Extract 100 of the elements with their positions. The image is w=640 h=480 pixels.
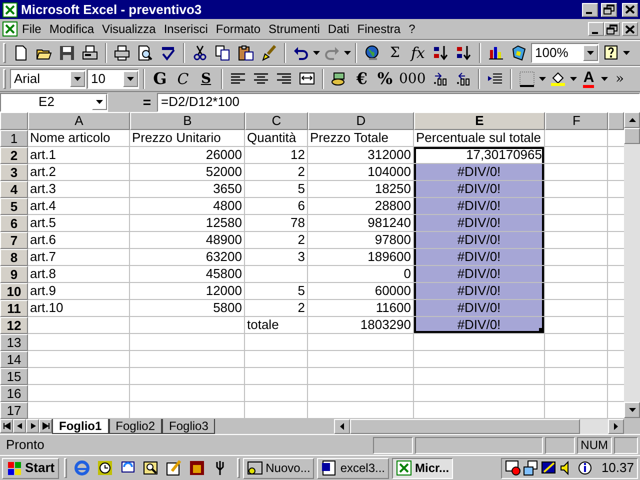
toolbar-button[interactable]: %	[374, 68, 396, 90]
row-header[interactable]: 17	[0, 402, 28, 419]
row-header[interactable]: 6	[0, 215, 28, 232]
row-header[interactable]: 11	[0, 300, 28, 317]
toolbar-button[interactable]: C	[172, 68, 194, 90]
scissors-icon[interactable]	[192, 45, 208, 61]
notepad-pencil-icon[interactable]	[166, 460, 182, 476]
caret-icon[interactable]	[538, 77, 546, 81]
row-header[interactable]: 14	[0, 351, 28, 368]
menu-item[interactable]: ?	[404, 20, 420, 38]
vertical-scrollbar[interactable]	[624, 112, 640, 418]
clipboard-icon[interactable]	[238, 45, 254, 61]
menu-item[interactable]: File	[18, 20, 46, 38]
caret-icon[interactable]	[570, 77, 577, 81]
media-player-icon[interactable]	[188, 460, 205, 476]
row-header[interactable]: 12	[0, 317, 28, 334]
paint-bucket-icon[interactable]	[550, 71, 566, 87]
merge-center-icon[interactable]	[299, 71, 315, 87]
name-box[interactable]: E2	[0, 92, 108, 112]
dropdown-field[interactable]: 10	[87, 69, 139, 89]
menu-item[interactable]: Dati	[324, 20, 354, 38]
row-header[interactable]: 15	[0, 368, 28, 385]
column-header[interactable]: F	[545, 112, 608, 130]
magnifier-page-icon[interactable]	[137, 45, 153, 61]
left-arrow-icon[interactable]	[340, 422, 344, 430]
toolbar-button[interactable]: €	[351, 68, 373, 90]
start-button[interactable]: Start	[2, 458, 59, 478]
taskbar-button[interactable]: Micr...	[392, 458, 454, 478]
dropdown-field[interactable]: Arial	[10, 69, 86, 89]
menu-item[interactable]: Inserisci	[160, 20, 212, 38]
row-header[interactable]: 16	[0, 385, 28, 402]
toolbar-button[interactable]: A	[578, 68, 600, 90]
sort-ascending-icon[interactable]	[433, 45, 449, 61]
spell-check-icon[interactable]	[160, 45, 176, 61]
scheduler-icon[interactable]	[505, 460, 522, 476]
search-icon[interactable]	[142, 460, 159, 476]
row-header[interactable]: 8	[0, 249, 28, 266]
network-icon[interactable]	[523, 460, 540, 476]
toolbar-button[interactable]: 000	[397, 68, 428, 90]
sheet-tab[interactable]: Foglio2	[108, 418, 162, 434]
help-icon[interactable]	[603, 45, 619, 61]
row-header[interactable]: 1	[0, 130, 28, 147]
borders-icon[interactable]	[518, 71, 535, 87]
row-header[interactable]: 7	[0, 232, 28, 249]
column-header[interactable]: E	[414, 112, 545, 130]
increase-decimal-icon[interactable]	[432, 71, 448, 87]
menu-item[interactable]: Modifica	[45, 20, 98, 38]
scroll-thumb[interactable]	[350, 418, 580, 434]
decrease-decimal-icon[interactable]	[454, 71, 471, 87]
horizontal-scrollbar[interactable]	[334, 418, 624, 434]
sheet-tab[interactable]: Foglio1	[52, 418, 109, 434]
globe-icon[interactable]	[364, 45, 380, 61]
caret-icon[interactable]	[600, 77, 608, 81]
down-arrow-icon[interactable]	[628, 408, 636, 412]
display-icon[interactable]	[541, 460, 558, 476]
menu-item[interactable]: Formato	[212, 20, 265, 38]
dropdown-field[interactable]: 100%	[531, 43, 599, 63]
printer-icon[interactable]	[114, 45, 130, 61]
formula-field[interactable]: =D2/D12*100	[157, 92, 640, 112]
taskbar-button[interactable]: excel3...	[317, 458, 390, 478]
toolbar-button[interactable]: »	[608, 68, 631, 90]
row-header[interactable]: 4	[0, 181, 28, 198]
scroll-up-button[interactable]	[624, 112, 640, 128]
scroll-left-button[interactable]	[334, 418, 350, 434]
menu-item[interactable]: Strumenti	[264, 20, 324, 38]
menu-item[interactable]: Visualizza	[98, 20, 160, 38]
toolbar-button[interactable]: S	[195, 68, 217, 90]
row-header[interactable]: 5	[0, 198, 28, 215]
menu-item[interactable]: Finestra	[353, 20, 405, 38]
caret-icon[interactable]	[623, 51, 630, 55]
toolbar-button[interactable]: G	[149, 68, 171, 90]
info-icon[interactable]	[577, 460, 594, 476]
select-all-button[interactable]	[0, 112, 28, 130]
toolbar-button[interactable]: fx	[407, 42, 429, 64]
up-arrow-icon[interactable]	[628, 118, 636, 122]
scroll-thumb[interactable]	[624, 128, 640, 144]
scroll-right-button[interactable]	[608, 418, 624, 434]
fill-handle[interactable]	[539, 328, 544, 333]
scroll-down-button[interactable]	[624, 402, 640, 418]
undo-arrow-icon[interactable]	[293, 45, 309, 61]
column-header[interactable]	[608, 112, 624, 130]
row-header[interactable]: 13	[0, 334, 28, 351]
map-icon[interactable]	[511, 45, 527, 61]
taskbar-button[interactable]: Nuovo...	[242, 458, 314, 478]
sheet-tab[interactable]: Foglio3	[162, 418, 216, 434]
row-header[interactable]: 10	[0, 283, 28, 300]
column-header[interactable]: C	[245, 112, 308, 130]
next-sheet-icon[interactable]	[28, 422, 36, 430]
paintbrush-icon[interactable]	[261, 45, 277, 61]
column-header[interactable]: B	[130, 112, 245, 130]
browser-icon[interactable]	[74, 460, 90, 476]
currency-icon[interactable]	[331, 71, 347, 87]
sort-descending-icon[interactable]	[456, 45, 472, 61]
bar-chart-icon[interactable]	[488, 45, 504, 61]
right-arrow-icon[interactable]	[614, 422, 618, 430]
row-header[interactable]: 9	[0, 266, 28, 283]
copy-icon[interactable]	[215, 45, 231, 61]
toolbar-button[interactable]: Σ	[384, 42, 406, 64]
caret-icon[interactable]	[313, 51, 320, 55]
fax-icon[interactable]	[82, 45, 98, 61]
